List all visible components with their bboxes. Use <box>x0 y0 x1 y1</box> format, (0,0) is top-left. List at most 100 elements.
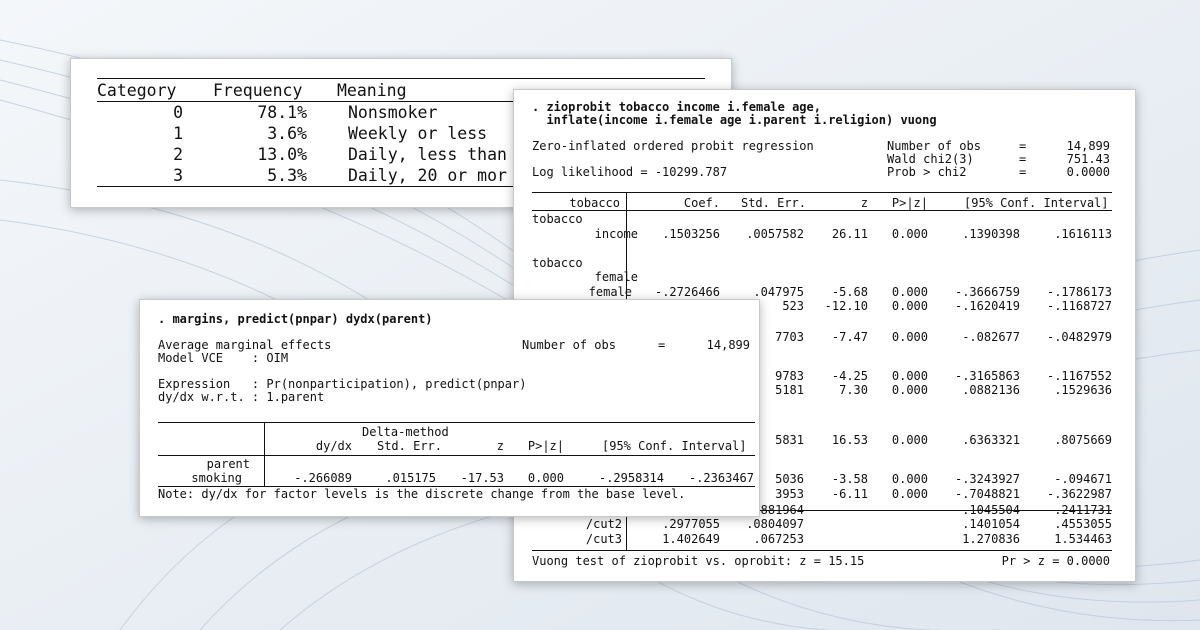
col-header-p: P>|z| <box>527 439 564 453</box>
ci-high-value: -.0482979 <box>1046 330 1112 344</box>
expression-line: Expression : Pr(nonparticipation), predi… <box>158 377 527 391</box>
p-value: 0.000 <box>891 487 928 501</box>
vuong-test: Vuong test of zioprobit vs. oprobit: z =… <box>532 554 865 568</box>
z-value: -12.10 <box>824 299 868 313</box>
ci-high-value: -.3622987 <box>1046 487 1112 501</box>
vuong-pvalue: Pr > z = 0.0000 <box>1001 554 1110 568</box>
table-cell: 78.1% <box>257 103 307 122</box>
ci-low-value: .0882136 <box>962 383 1020 397</box>
table-cell: 13.0% <box>257 145 307 164</box>
stat-eq: = <box>1019 139 1027 153</box>
nobs-label: Number of obs <box>522 338 616 352</box>
z-value: -6.11 <box>831 487 868 501</box>
command-line: inflate(income i.female age i.parent i.r… <box>532 113 937 127</box>
stat-label: Wald chi2(3) <box>887 152 974 166</box>
table-cell: 2 <box>173 145 183 164</box>
table-top-rule <box>532 192 1112 193</box>
vce-line: Model VCE : OIM <box>158 351 289 365</box>
p-value: 0.000 <box>891 330 928 344</box>
p-value: 0.000 <box>891 433 928 447</box>
ci-high-value: -.1168727 <box>1046 299 1112 313</box>
col-header-meaning: Meaning <box>337 81 407 100</box>
p-value: 0.000 <box>891 227 928 241</box>
row-label: female <box>594 270 638 284</box>
table-cell: 0 <box>173 103 183 122</box>
z-value: 16.53 <box>831 433 868 447</box>
dydx-line: dy/dx w.r.t. : 1.parent <box>158 390 325 404</box>
ci-high-value: .1529636 <box>1054 383 1112 397</box>
ci-low-value: 1.270836 <box>962 532 1020 546</box>
ci-low-value: -.3666759 <box>954 285 1020 299</box>
table-cell: Weekly or less <box>348 124 488 143</box>
ci-low-value: -.2958314 <box>598 471 664 485</box>
p-value: 0.000 <box>891 369 928 383</box>
stat-value: 14,899 <box>1066 139 1110 153</box>
delta-method-label: Delta-method <box>362 425 449 439</box>
table-cell: 3 <box>173 166 183 185</box>
table-cell: Daily, less than <box>348 145 507 164</box>
table-top-rule <box>158 422 755 423</box>
col-header-stderr: Std. Err. <box>376 439 442 453</box>
coef-value: .2977055 <box>662 517 720 531</box>
ci-low-value: -.7048821 <box>954 487 1020 501</box>
stat-eq: = <box>1019 165 1027 179</box>
table-cell: Daily, 20 or mor <box>348 166 507 185</box>
ci-low-value: -.3165863 <box>954 369 1020 383</box>
table-cell: Nonsmoker <box>348 103 438 122</box>
coef-value: .1503256 <box>662 227 720 241</box>
row-label: /cut2 <box>585 517 622 531</box>
group-label: parent <box>206 457 250 471</box>
ci-high-value: -.2363467 <box>688 471 754 485</box>
stderr-value: .047975 <box>753 285 804 299</box>
col-header-z: z <box>496 439 504 453</box>
ci-low-value: .6363321 <box>962 433 1020 447</box>
stat-value: 0.0000 <box>1066 165 1110 179</box>
col-header-p: P>|z| <box>891 196 928 210</box>
table-cell: 1 <box>173 124 183 143</box>
z-value: -5.68 <box>831 285 868 299</box>
coef-value: 1.402649 <box>662 532 720 546</box>
table-header-rule <box>532 210 1112 211</box>
col-header-ci: [95% Conf. Interval] <box>602 439 747 453</box>
row-label: female <box>588 285 632 299</box>
coef-value: -.2726466 <box>654 285 720 299</box>
z-value: 26.11 <box>831 227 868 241</box>
table-header-rule <box>158 455 755 456</box>
stat-label: Prob > chi2 <box>887 165 967 179</box>
stat-value: 751.43 <box>1066 152 1110 166</box>
p-value: 0.000 <box>891 472 928 486</box>
z-value: -7.47 <box>831 330 868 344</box>
col-header-category: Category <box>97 81 177 100</box>
nobs-eq: = <box>658 338 666 352</box>
col-header-z: z <box>860 196 868 210</box>
ci-low-value: -.082677 <box>962 330 1020 344</box>
ci-low-value: -.3243927 <box>954 472 1020 486</box>
margins-title: Average marginal effects <box>158 338 332 352</box>
col-header-coef: Coef. <box>683 196 720 210</box>
ci-low-value: .1390398 <box>962 227 1020 241</box>
table-top-rule <box>97 78 705 79</box>
ci-high-value: .1616113 <box>1054 227 1112 241</box>
command-line: . zioprobit tobacco income i.female age, <box>532 100 821 114</box>
table-cell: 3.6% <box>267 124 307 143</box>
row-label: income <box>594 227 638 241</box>
col-header-stderr: Std. Err. <box>740 196 806 210</box>
stderr-value: .015175 <box>385 471 436 485</box>
stderr-value: .0804097 <box>746 517 804 531</box>
ci-low-value: .1401054 <box>962 517 1020 531</box>
z-value: -4.25 <box>831 369 868 383</box>
col-header-frequency: Frequency <box>213 81 303 100</box>
nobs-value: 14,899 <box>706 338 750 352</box>
dydx-value: -.266089 <box>294 471 352 485</box>
p-value: 0.000 <box>891 285 928 299</box>
footnote: Note: dy/dx for factor levels is the dis… <box>158 487 686 501</box>
ci-high-value: .8075669 <box>1054 433 1112 447</box>
table-cell: 5.3% <box>267 166 307 185</box>
p-value: 0.000 <box>891 383 928 397</box>
col-header-ci: [95% Conf. Interval] <box>964 196 1109 210</box>
model-title: Zero-inflated ordered probit regression <box>532 139 814 153</box>
stderr-value: .0057582 <box>746 227 804 241</box>
stderr-value: .067253 <box>753 532 804 546</box>
table-bottom-rule <box>532 550 1112 551</box>
p-value: 0.000 <box>527 471 564 485</box>
